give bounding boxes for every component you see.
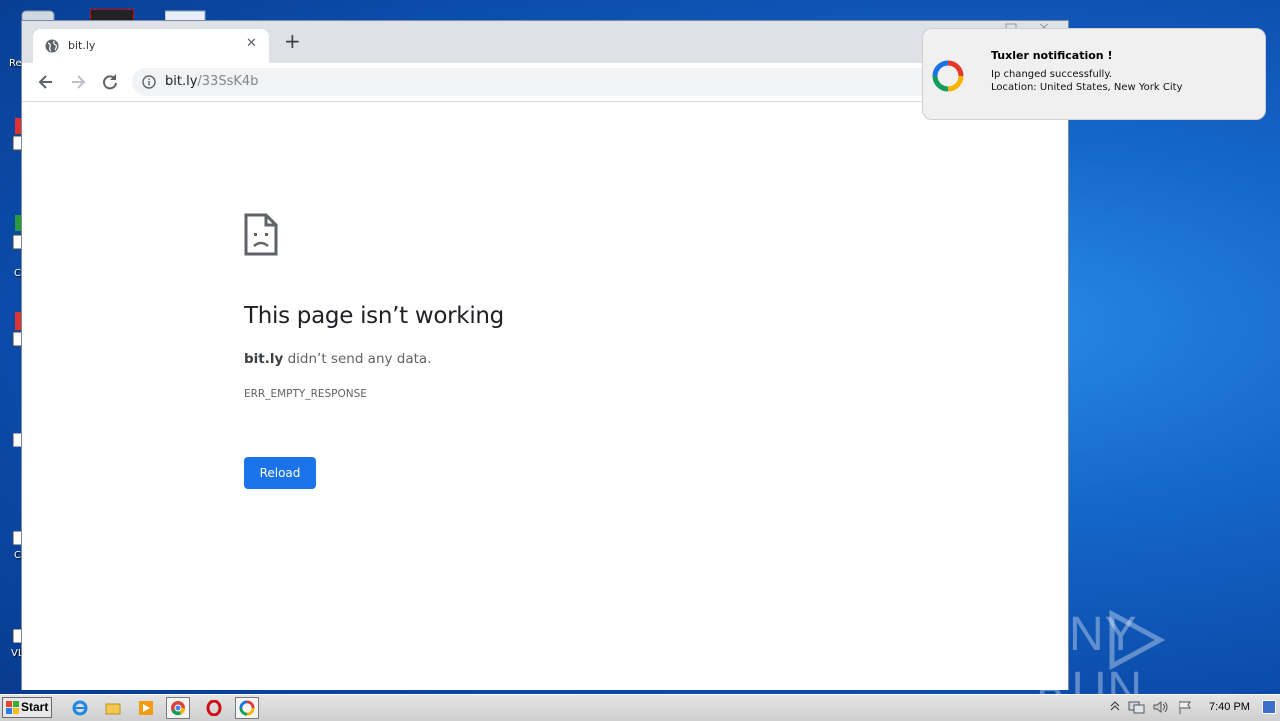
tuxler-notification[interactable]: Tuxler notification ! Ip changed success… xyxy=(922,28,1266,120)
tab-bitly[interactable]: bit.ly ✕ xyxy=(33,29,269,63)
sad-page-icon xyxy=(244,213,278,256)
action-center-flag-icon[interactable] xyxy=(1177,699,1193,715)
show-hidden-icons-icon[interactable] xyxy=(1110,699,1120,713)
show-desktop-button[interactable] xyxy=(1262,700,1276,714)
info-icon[interactable] xyxy=(142,75,156,89)
start-label: Start xyxy=(21,700,49,714)
browser-window: bit.ly ✕ + bit.ly/33SsK4b This page isn’… xyxy=(21,20,1069,690)
notification-title: Tuxler notification ! xyxy=(991,49,1113,62)
error-message: didn’t send any data. xyxy=(283,351,432,367)
toolbar: bit.ly/33SsK4b xyxy=(22,63,1068,102)
folder-icon xyxy=(105,703,121,715)
globe-icon xyxy=(45,39,59,53)
error-code: ERR_EMPTY_RESPONSE xyxy=(244,388,367,400)
chrome-icon xyxy=(171,701,186,716)
start-button[interactable]: Start xyxy=(2,697,52,718)
tuxler-logo-icon xyxy=(932,60,964,92)
url-path: /33SsK4b xyxy=(197,74,259,89)
watermark-play-icon xyxy=(1109,610,1166,670)
notification-line-1: Ip changed successfully. xyxy=(991,69,1113,80)
address-bar[interactable]: bit.ly/33SsK4b xyxy=(132,68,962,96)
error-title: This page isn’t working xyxy=(244,303,504,329)
reload-button[interactable]: Reload xyxy=(244,457,316,489)
tuxler-icon xyxy=(239,700,255,716)
volume-icon[interactable] xyxy=(1152,699,1170,715)
media-player-icon xyxy=(139,701,153,715)
error-page: This page isn’t working bit.ly didn’t se… xyxy=(22,102,1068,690)
taskbar-ie[interactable] xyxy=(68,697,92,719)
new-tab-button[interactable]: + xyxy=(284,31,301,51)
reload-icon[interactable] xyxy=(100,72,120,92)
desktop-label: C xyxy=(14,550,21,561)
taskbar-explorer[interactable] xyxy=(101,697,125,719)
network-icon[interactable] xyxy=(1128,699,1146,715)
notification-line-2: Location: United States, New York City xyxy=(991,82,1183,93)
taskbar-tuxler[interactable] xyxy=(235,697,259,719)
back-icon[interactable] xyxy=(36,72,56,92)
url-text: bit.ly/33SsK4b xyxy=(165,74,258,89)
internet-explorer-icon xyxy=(72,700,88,716)
error-host: bit.ly xyxy=(244,351,284,367)
forward-icon[interactable] xyxy=(68,72,88,92)
taskbar-media-player[interactable] xyxy=(134,697,158,719)
desktop-label: Re xyxy=(9,58,22,69)
close-icon[interactable]: ✕ xyxy=(246,36,257,51)
opera-icon xyxy=(206,700,222,716)
clock[interactable]: 7:40 PM xyxy=(1209,701,1250,713)
error-description: bit.ly didn’t send any data. xyxy=(244,351,432,367)
tab-title: bit.ly xyxy=(68,39,96,52)
taskbar-chrome[interactable] xyxy=(166,697,190,719)
url-host: bit.ly xyxy=(165,74,198,89)
desktop-label: C xyxy=(14,268,21,279)
taskbar: Start 7:40 PM xyxy=(0,694,1280,721)
taskbar-opera[interactable] xyxy=(202,697,226,719)
windows-flag-icon xyxy=(6,701,19,714)
tab-strip: bit.ly ✕ + xyxy=(22,21,1068,63)
